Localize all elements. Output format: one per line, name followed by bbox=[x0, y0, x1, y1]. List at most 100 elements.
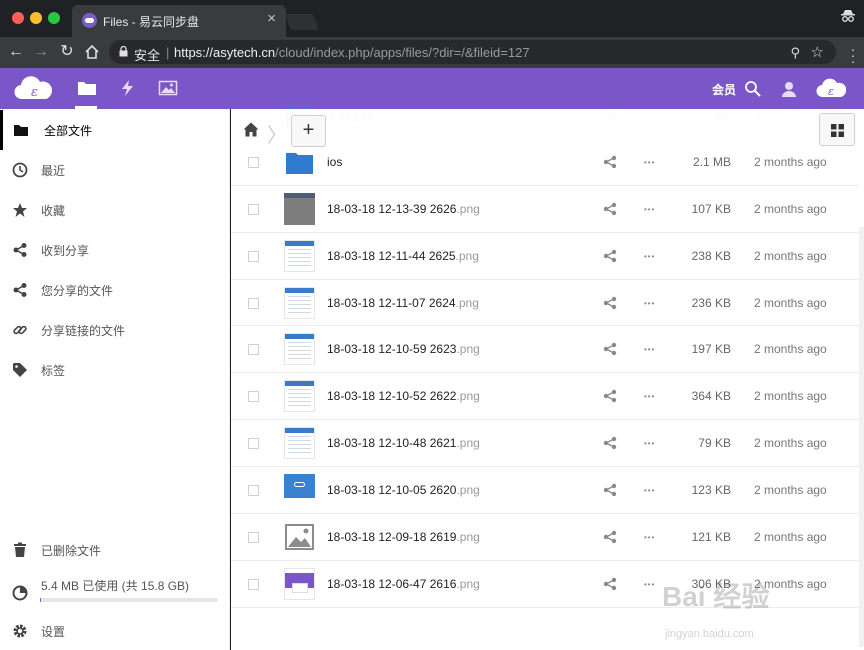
share-icon[interactable] bbox=[603, 577, 617, 591]
file-thumbnail[interactable] bbox=[284, 333, 315, 366]
table-row[interactable]: 18-03-18 12-11-44 2625.png ••• 238 KB 2 mon… bbox=[231, 233, 859, 280]
minimize-window-button[interactable] bbox=[30, 12, 42, 24]
more-actions-icon[interactable]: ••• bbox=[644, 486, 655, 495]
table-row[interactable]: 18-03-18 12-09-18 2619.png ••• 121 KB 2 mon… bbox=[231, 514, 859, 561]
breadcrumb-home-icon[interactable] bbox=[243, 122, 259, 137]
file-name[interactable]: 18-03-18 12-11-07 2624.png bbox=[327, 296, 479, 310]
maximize-window-button[interactable] bbox=[48, 12, 60, 24]
scrollbar[interactable] bbox=[859, 227, 864, 647]
share-icon[interactable] bbox=[603, 342, 617, 356]
file-thumbnail[interactable] bbox=[284, 239, 315, 272]
file-thumbnail[interactable] bbox=[284, 380, 315, 413]
reload-icon[interactable]: ↻ bbox=[57, 42, 77, 62]
file-size: 107 KB bbox=[691, 201, 731, 216]
file-name[interactable]: 18-03-18 12-09-18 2619.png bbox=[327, 530, 480, 544]
row-checkbox[interactable] bbox=[248, 203, 259, 215]
more-actions-icon[interactable]: ••• bbox=[644, 252, 655, 261]
browser-menu-icon[interactable]: · · · bbox=[850, 42, 856, 68]
tab-close-icon[interactable]: × bbox=[267, 11, 276, 26]
home-page-icon[interactable] bbox=[84, 44, 100, 60]
file-thumbnail[interactable] bbox=[284, 286, 315, 319]
share-icon[interactable] bbox=[603, 389, 617, 403]
file-name[interactable]: 18-03-18 12-10-52 2622.png bbox=[327, 389, 480, 403]
row-checkbox[interactable] bbox=[248, 250, 259, 262]
share-icon[interactable] bbox=[603, 436, 617, 450]
file-name[interactable]: 18-03-18 12-13-39 2626.png bbox=[327, 202, 480, 216]
share-icon[interactable] bbox=[603, 530, 617, 544]
cloud-logo-icon[interactable]: ε bbox=[13, 75, 53, 101]
file-name[interactable]: 18-03-18 12-10-48 2621.png bbox=[327, 436, 480, 450]
files-app-icon[interactable] bbox=[77, 79, 97, 97]
bookmark-star-icon[interactable]: ☆ bbox=[811, 43, 824, 61]
sidebar-item-settings[interactable]: 设置 bbox=[0, 611, 229, 650]
file-thumbnail[interactable] bbox=[284, 521, 315, 553]
table-row[interactable]: 18-03-18 12-10-59 2623.png ••• 197 KB 2 mon… bbox=[231, 326, 859, 374]
file-modified: 2 months ago bbox=[754, 530, 827, 545]
new-tab-button[interactable] bbox=[285, 14, 319, 30]
sidebar-item-favorites[interactable]: 收藏 bbox=[0, 190, 229, 230]
key-icon[interactable]: ⚲ bbox=[790, 45, 800, 61]
row-checkbox[interactable] bbox=[248, 438, 259, 450]
browser-tab[interactable]: Files - 易云同步盘 × bbox=[72, 5, 286, 37]
sidebar-item-all-files[interactable]: 全部文件 bbox=[0, 110, 229, 150]
sidebar-item-label: 收藏 bbox=[41, 204, 66, 218]
share-icon[interactable] bbox=[603, 155, 617, 169]
back-arrow-icon[interactable]: ← bbox=[6, 42, 26, 62]
sidebar-item-recent[interactable]: 最近 bbox=[0, 150, 229, 190]
share-icon[interactable] bbox=[603, 296, 617, 310]
table-row[interactable]: 18-03-18 12-11-07 2624.png ••• 236 KB 2 mon… bbox=[231, 280, 859, 327]
cloud-favicon-icon bbox=[82, 13, 97, 28]
more-actions-icon[interactable]: ••• bbox=[644, 392, 655, 401]
table-row[interactable]: 18-03-18 12-10-48 2621.png ••• 79 KB 2 mont… bbox=[231, 420, 859, 468]
share-icon[interactable] bbox=[603, 202, 617, 216]
sidebar-item-shared-by-you[interactable]: 您分享的文件 bbox=[0, 270, 229, 310]
sidebar-item-trash[interactable]: 已删除文件 bbox=[0, 530, 229, 570]
url-field[interactable]: 安全 | https://asytech.cn/cloud/index.php/… bbox=[109, 40, 836, 64]
sidebar-item-shared-with-you[interactable]: 收到分享 bbox=[0, 230, 229, 270]
file-modified: 2 months ago bbox=[754, 201, 827, 216]
new-file-button[interactable]: + bbox=[291, 115, 326, 147]
file-size: 236 KB bbox=[691, 295, 731, 310]
file-size: 123 KB bbox=[691, 483, 731, 498]
file-modified: 2 months ago bbox=[754, 436, 827, 451]
more-actions-icon[interactable]: ••• bbox=[644, 158, 655, 167]
more-actions-icon[interactable]: ••• bbox=[644, 439, 655, 448]
more-actions-icon[interactable]: ••• bbox=[644, 299, 655, 308]
share-icon[interactable] bbox=[603, 483, 617, 497]
file-name[interactable]: 18-03-18 12-06-47 2616.png bbox=[327, 577, 480, 591]
file-thumbnail[interactable] bbox=[284, 567, 315, 600]
row-checkbox[interactable] bbox=[248, 297, 259, 309]
more-actions-icon[interactable]: ••• bbox=[644, 205, 655, 214]
row-checkbox[interactable] bbox=[248, 578, 259, 590]
file-name[interactable]: 18-03-18 12-10-05 2620.png bbox=[327, 483, 480, 497]
sidebar-item-tags[interactable]: 标签 bbox=[0, 350, 229, 390]
file-name[interactable]: ios bbox=[327, 155, 342, 169]
gallery-icon[interactable] bbox=[158, 79, 178, 97]
row-checkbox[interactable] bbox=[248, 344, 259, 356]
table-row[interactable]: 18-03-18 12-10-05 2620.png ••• 123 KB 2 mon… bbox=[231, 467, 859, 515]
grid-view-toggle[interactable] bbox=[819, 113, 855, 146]
file-thumbnail[interactable] bbox=[284, 192, 315, 225]
table-row[interactable]: 18-03-18 12-10-52 2622.png ••• 364 KB 2 mon… bbox=[231, 373, 859, 421]
row-checkbox[interactable] bbox=[248, 485, 259, 497]
file-thumbnail[interactable] bbox=[284, 474, 315, 507]
lock-icon bbox=[119, 46, 128, 57]
file-name[interactable]: 18-03-18 12-10-59 2623.png bbox=[327, 342, 480, 356]
row-checkbox[interactable] bbox=[248, 156, 259, 168]
more-actions-icon[interactable]: ••• bbox=[644, 533, 655, 542]
table-row[interactable]: 18-03-18 12-13-39 2626.png ••• 107 KB 2 mon… bbox=[231, 186, 859, 233]
forward-arrow-icon[interactable]: → bbox=[31, 42, 51, 62]
activity-icon[interactable] bbox=[118, 79, 138, 97]
row-checkbox[interactable] bbox=[248, 532, 259, 544]
row-checkbox[interactable] bbox=[248, 391, 259, 403]
file-name[interactable]: 18-03-18 12-11-44 2625.png bbox=[327, 249, 479, 263]
more-actions-icon[interactable]: ••• bbox=[644, 345, 655, 354]
share-icon[interactable] bbox=[603, 249, 617, 263]
file-thumbnail[interactable] bbox=[284, 427, 315, 460]
gear-icon bbox=[13, 624, 27, 638]
trash-icon bbox=[14, 542, 26, 557]
more-actions-icon[interactable]: ••• bbox=[644, 580, 655, 589]
close-window-button[interactable] bbox=[12, 12, 24, 24]
sidebar-item-shared-links[interactable]: 分享链接的文件 bbox=[0, 310, 229, 350]
sidebar-item-label: 分享链接的文件 bbox=[41, 324, 126, 338]
